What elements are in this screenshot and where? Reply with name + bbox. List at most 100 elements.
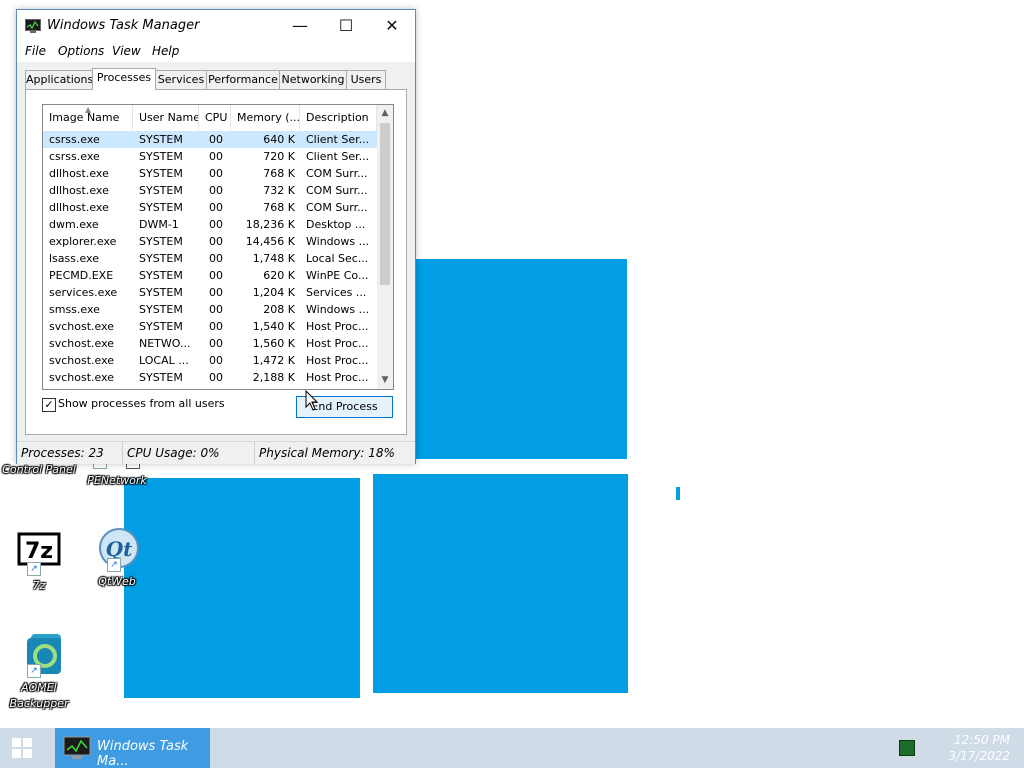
table-row[interactable]: svchost.exe NETWO... 00 1,560 K Host Proc...	[43, 335, 377, 352]
cell-user-name: SYSTEM	[139, 150, 183, 163]
column-header-description[interactable]: Description	[300, 105, 377, 131]
cell-memory: 2,188 K	[252, 371, 295, 384]
wallpaper-pane-top	[380, 259, 627, 459]
cell-image-name: csrss.exe	[49, 133, 100, 146]
start-button[interactable]	[0, 728, 48, 768]
table-row[interactable]: explorer.exe SYSTEM 00 14,456 K Windows ...	[43, 233, 377, 250]
tab-applications[interactable]: Applications	[25, 70, 93, 89]
cell-user-name: SYSTEM	[139, 269, 183, 282]
vertical-scrollbar[interactable]: ▲ ▼	[377, 105, 393, 389]
taskbar-button-task-manager[interactable]: Windows Task Ma...	[55, 728, 210, 769]
maximize-button[interactable]: ☐	[323, 10, 369, 42]
menu-options[interactable]: Options	[58, 44, 104, 58]
minimize-button[interactable]: —	[277, 10, 323, 42]
scroll-thumb[interactable]	[380, 123, 390, 285]
cell-description: Host Proc...	[306, 337, 369, 350]
taskbar: Windows Task Ma... 12:50 PM 3/17/2022	[0, 728, 1024, 769]
aomei-backupper-icon: ↗	[15, 632, 63, 680]
title-bar[interactable]: Windows Task Manager — ☐ ✕	[17, 10, 415, 42]
menu-help[interactable]: Help	[152, 44, 179, 58]
cell-image-name: svchost.exe	[49, 320, 115, 333]
desktop-icon-label: Control Panel	[2, 463, 76, 476]
table-row[interactable]: services.exe SYSTEM 00 1,204 K Services ...	[43, 284, 377, 301]
menu-view[interactable]: View	[112, 44, 141, 58]
cell-cpu: 00	[209, 337, 223, 350]
cell-image-name: dwm.exe	[49, 218, 99, 231]
checkmark-icon[interactable]: ✓	[42, 398, 56, 412]
cell-cpu: 00	[209, 303, 223, 316]
table-row[interactable]: csrss.exe SYSTEM 00 720 K Client Ser...	[43, 148, 377, 165]
task-manager-window: Windows Task Manager — ☐ ✕ File Options …	[16, 9, 416, 464]
table-row[interactable]: lsass.exe SYSTEM 00 1,748 K Local Sec...	[43, 250, 377, 267]
cell-image-name: csrss.exe	[49, 150, 100, 163]
column-header-user-name[interactable]: User Name	[133, 105, 199, 131]
task-manager-icon	[25, 19, 41, 36]
cell-memory: 768 K	[263, 167, 295, 180]
cell-memory: 768 K	[263, 201, 295, 214]
table-row[interactable]: svchost.exe SYSTEM 00 1,540 K Host Proc...	[43, 318, 377, 335]
shortcut-arrow-icon: ↗	[27, 664, 41, 678]
cell-memory: 640 K	[263, 133, 295, 146]
close-button[interactable]: ✕	[369, 10, 415, 42]
cell-image-name: dllhost.exe	[49, 184, 109, 197]
cell-description: COM Surr...	[306, 184, 368, 197]
scroll-down-icon[interactable]: ▼	[377, 372, 393, 389]
cell-cpu: 00	[209, 235, 223, 248]
cell-user-name: SYSTEM	[139, 320, 183, 333]
show-all-users-label: Show processes from all users	[58, 397, 225, 410]
tab-services[interactable]: Services	[155, 70, 207, 89]
cell-user-name: LOCAL ...	[139, 354, 189, 367]
desktop-icon-aomei-backupper[interactable]: ↗ AOMEI Backupper	[0, 632, 78, 712]
cell-memory: 1,204 K	[252, 286, 295, 299]
table-row[interactable]: csrss.exe SYSTEM 00 640 K Client Ser...	[43, 131, 377, 148]
cell-user-name: DWM-1	[139, 218, 179, 231]
status-processes: Processes: 23	[17, 442, 123, 464]
tray-app-icon[interactable]	[899, 740, 915, 756]
table-row[interactable]: dllhost.exe SYSTEM 00 732 K COM Surr...	[43, 182, 377, 199]
table-row[interactable]: svchost.exe SYSTEM 00 2,188 K Host Proc...	[43, 369, 377, 386]
shortcut-arrow-icon: ↗	[107, 558, 121, 572]
table-row[interactable]: PECMD.EXE SYSTEM 00 620 K WinPE Co...	[43, 267, 377, 284]
tab-users[interactable]: Users	[346, 70, 386, 89]
cell-image-name: svchost.exe	[49, 337, 115, 350]
cell-user-name: SYSTEM	[139, 252, 183, 265]
cell-user-name: SYSTEM	[139, 286, 183, 299]
desktop-icon-control-panel[interactable]: Control Panel	[0, 462, 78, 478]
tab-networking[interactable]: Networking	[279, 70, 347, 89]
cell-cpu: 00	[209, 354, 223, 367]
system-clock[interactable]: 12:50 PM 3/17/2022	[948, 732, 1010, 764]
scroll-up-icon[interactable]: ▲	[377, 105, 393, 122]
cell-image-name: services.exe	[49, 286, 118, 299]
cell-memory: 18,236 K	[245, 218, 295, 231]
table-row[interactable]: svchost.exe LOCAL ... 00 1,472 K Host Proc..…	[43, 352, 377, 369]
cell-memory: 732 K	[263, 184, 295, 197]
column-header-image-name[interactable]: ▲ Image Name	[43, 105, 133, 131]
cell-image-name: explorer.exe	[49, 235, 117, 248]
process-list[interactable]: ▲ Image Name User Name CPU Memory (... D…	[42, 104, 394, 390]
menu-file[interactable]: File	[25, 44, 46, 58]
menu-bar: File Options View Help	[17, 42, 415, 62]
cell-image-name: svchost.exe	[49, 354, 115, 367]
cell-user-name: SYSTEM	[139, 201, 183, 214]
windows-logo-icon	[12, 738, 32, 758]
desktop-icon-qtweb[interactable]: Qt ↗ QtWeb	[78, 526, 156, 590]
cell-image-name: svchost.exe	[49, 371, 115, 384]
desktop-icon-label: QtWeb	[98, 575, 136, 588]
wallpaper-pane-bottom-left	[124, 478, 360, 698]
cell-cpu: 00	[209, 320, 223, 333]
cell-description: Windows ...	[306, 235, 370, 248]
tab-performance[interactable]: Performance	[206, 70, 280, 89]
task-manager-icon	[63, 736, 91, 764]
tab-processes[interactable]: Processes	[92, 68, 156, 90]
desktop-icon-label: AOMEI Backupper	[9, 681, 69, 710]
table-row[interactable]: smss.exe SYSTEM 00 208 K Windows ...	[43, 301, 377, 318]
table-row[interactable]: dllhost.exe SYSTEM 00 768 K COM Surr...	[43, 199, 377, 216]
column-header-memory[interactable]: Memory (...	[231, 105, 300, 131]
column-header-cpu[interactable]: CPU	[199, 105, 231, 131]
close-icon: ✕	[385, 16, 399, 35]
desktop-icon-7z[interactable]: 7z ↗ 7z	[0, 530, 78, 594]
table-row[interactable]: dllhost.exe SYSTEM 00 768 K COM Surr...	[43, 165, 377, 182]
cell-user-name: SYSTEM	[139, 184, 183, 197]
table-row[interactable]: dwm.exe DWM-1 00 18,236 K Desktop ...	[43, 216, 377, 233]
desktop-highlight-mark	[676, 487, 680, 500]
